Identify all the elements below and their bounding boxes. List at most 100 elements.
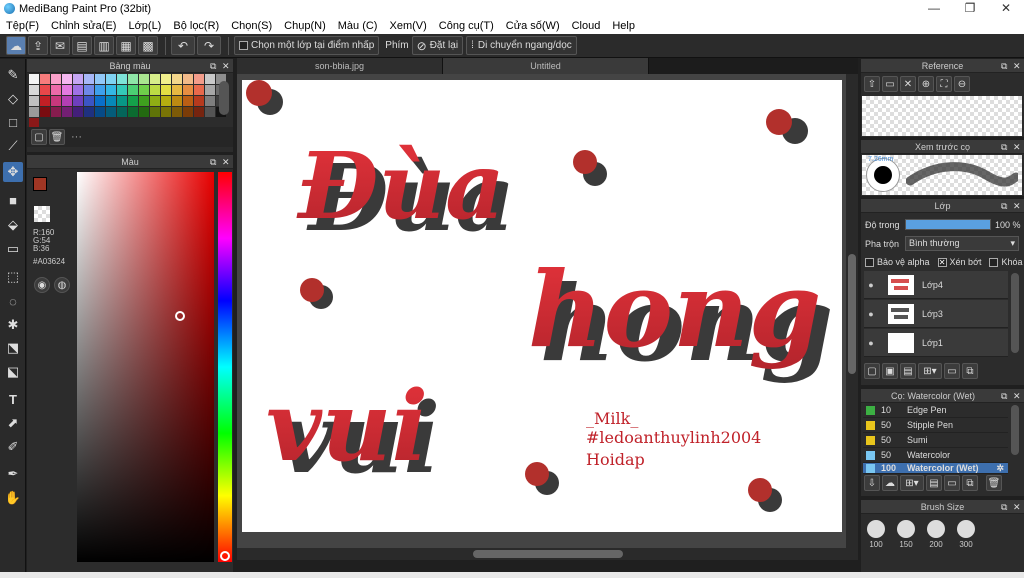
brush-folder-icon[interactable]: ▭: [944, 475, 960, 491]
blend-select[interactable]: Bình thường ▾: [905, 236, 1019, 251]
vertical-scroll-thumb[interactable]: [848, 254, 856, 374]
maximize-button[interactable]: ❐: [952, 0, 988, 17]
palette-scrollbar[interactable]: [219, 81, 229, 115]
zoom-out-icon[interactable]: ⊖: [954, 76, 970, 92]
palette-swatch[interactable]: [73, 74, 83, 84]
palette-swatch[interactable]: [183, 85, 193, 95]
palette-swatch[interactable]: [117, 85, 127, 95]
palette-swatch[interactable]: [84, 107, 94, 117]
palette-swatch[interactable]: [95, 107, 105, 117]
palette-swatch[interactable]: [205, 74, 215, 84]
cloud-icon[interactable]: ☁: [6, 36, 26, 55]
brush-item-selected[interactable]: 100 Watercolor (Wet) ✲: [863, 463, 1008, 474]
comment-icon[interactable]: ✉: [50, 36, 70, 55]
palette-swatch[interactable]: [205, 85, 215, 95]
palette-swatch[interactable]: [194, 96, 204, 106]
rectangle-tool-icon[interactable]: □: [3, 112, 23, 132]
popout-icon[interactable]: ⧉: [1001, 59, 1007, 73]
hue-slider[interactable]: [218, 172, 232, 562]
transparent-color[interactable]: [34, 206, 50, 222]
new-layer-icon[interactable]: ▢: [864, 363, 880, 379]
palette-swatch[interactable]: [106, 107, 116, 117]
document-icon[interactable]: ▥: [94, 36, 114, 55]
cloud-brush-icon[interactable]: ☁: [882, 475, 898, 491]
palette-swatch[interactable]: [172, 96, 182, 106]
brush-item[interactable]: 50 Stipple Pen: [863, 418, 1008, 433]
magic-wand-tool-icon[interactable]: ✱: [3, 315, 23, 335]
palette-swatch[interactable]: [161, 85, 171, 95]
lock-checkbox[interactable]: [989, 257, 999, 267]
new-palette-icon[interactable]: ▢: [31, 129, 47, 145]
palette-swatch[interactable]: [150, 96, 160, 106]
palette-swatch[interactable]: [139, 74, 149, 84]
eye-icon[interactable]: ●: [864, 280, 878, 290]
brush-size-option[interactable]: 300: [955, 520, 977, 549]
pick-layer-checkbox[interactable]: Chọn một lớp tại điểm nhấp: [234, 36, 380, 55]
hue-cursor[interactable]: [220, 551, 230, 561]
popout-icon[interactable]: ⧉: [1001, 389, 1007, 403]
menu-window[interactable]: Cửa số(W): [500, 20, 566, 32]
palette-swatch[interactable]: [40, 74, 50, 84]
brush-settings-icon[interactable]: ▤: [926, 475, 942, 491]
fill-rect-tool-icon[interactable]: ■: [3, 190, 23, 210]
palette-swatch[interactable]: [84, 85, 94, 95]
new-1bit-layer-icon[interactable]: ▤: [900, 363, 916, 379]
close-icon[interactable]: ✕: [222, 155, 230, 169]
close-icon[interactable]: ✕: [222, 59, 230, 73]
palette-swatch[interactable]: [172, 85, 182, 95]
tab-untitled[interactable]: Untitled: [443, 58, 649, 74]
layer-row[interactable]: ● Lớp3: [864, 300, 1008, 328]
close-button[interactable]: ✕: [988, 0, 1024, 17]
palette-swatch[interactable]: [73, 96, 83, 106]
palette-swatch[interactable]: [128, 96, 138, 106]
palette-swatch[interactable]: [29, 85, 39, 95]
brush-tool-icon[interactable]: ✎: [3, 65, 23, 85]
brush-size-option[interactable]: 100: [865, 520, 887, 549]
palette-swatch[interactable]: [62, 96, 72, 106]
popout-icon[interactable]: ⧉: [210, 155, 216, 169]
palette-swatch[interactable]: [161, 96, 171, 106]
close-icon[interactable]: ✕: [1013, 500, 1021, 514]
popout-icon[interactable]: ⧉: [210, 59, 216, 73]
brush-item[interactable]: 50 Sumi: [863, 433, 1008, 448]
palette-swatch[interactable]: [128, 74, 138, 84]
menu-color[interactable]: Màu (C): [332, 20, 384, 32]
move-direction-button[interactable]: ⁞ Di chuyển ngang/dọc: [466, 36, 577, 55]
menu-view[interactable]: Xem(V): [383, 20, 432, 32]
palette-swatch[interactable]: [51, 74, 61, 84]
palette-swatch[interactable]: [161, 74, 171, 84]
color-picker-icon[interactable]: ◍: [54, 277, 70, 293]
palette-swatch[interactable]: [205, 107, 215, 117]
close-icon[interactable]: ✕: [1013, 199, 1021, 213]
close-icon[interactable]: ✕: [1013, 59, 1021, 73]
add-layer-menu-icon[interactable]: ⊞▾: [918, 363, 942, 379]
tab-son-bbia[interactable]: son-bbia.jpg: [237, 58, 443, 74]
vertical-scrollbar[interactable]: [846, 74, 858, 548]
drawing-canvas[interactable]: Đùa Đùa hong hong vui vui _Milk_ #ledoan…: [242, 80, 842, 532]
palette-swatch[interactable]: [51, 107, 61, 117]
menu-cloud[interactable]: Cloud: [566, 20, 607, 32]
protect-alpha-checkbox[interactable]: [865, 257, 874, 267]
palette-swatch[interactable]: [205, 96, 215, 106]
palette-swatch[interactable]: [62, 85, 72, 95]
sv-cursor[interactable]: [174, 311, 185, 322]
eye-icon[interactable]: ●: [864, 338, 878, 348]
blur-tool-icon[interactable]: ✐: [3, 437, 23, 457]
add-brush-menu-icon[interactable]: ⊞▾: [900, 475, 924, 491]
brush-item[interactable]: 10 Edge Pen: [863, 403, 1008, 418]
fit-icon[interactable]: ⛶: [936, 76, 952, 92]
palette-swatch[interactable]: [161, 107, 171, 117]
palette-swatch[interactable]: [139, 85, 149, 95]
palette-swatch[interactable]: [128, 107, 138, 117]
zoom-in-icon[interactable]: ⊕: [918, 76, 934, 92]
layer-folder-icon[interactable]: ▭: [944, 363, 960, 379]
brush-item[interactable]: 50 Watercolor: [863, 448, 1008, 463]
palette-swatch[interactable]: [150, 74, 160, 84]
menu-tools[interactable]: Công cụ(T): [433, 20, 500, 32]
layer-scrollbar[interactable]: [1011, 273, 1019, 353]
duplicate-layer-icon[interactable]: ⧉: [962, 363, 978, 379]
menu-filter[interactable]: Bộ lọc(R): [167, 20, 225, 32]
horizontal-scrollbar[interactable]: [237, 548, 858, 560]
duplicate-brush-icon[interactable]: ⧉: [962, 475, 978, 491]
horizontal-scroll-thumb[interactable]: [473, 550, 623, 558]
